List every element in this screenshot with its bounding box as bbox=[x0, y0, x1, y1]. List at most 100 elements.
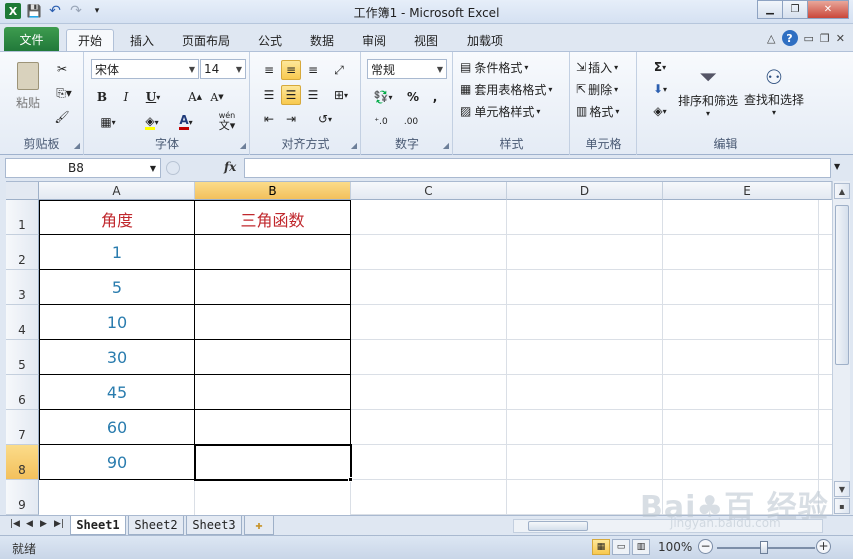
insert-function-icon[interactable]: fx bbox=[224, 160, 236, 174]
insert-sheet-icon[interactable]: ✚ bbox=[244, 516, 274, 535]
horizontal-scroll-thumb[interactable] bbox=[528, 521, 588, 531]
column-header-d[interactable]: D bbox=[507, 182, 663, 200]
cell-b4[interactable] bbox=[195, 305, 351, 340]
fill-handle[interactable] bbox=[348, 477, 353, 482]
phonetic-button[interactable]: wén 文▾ bbox=[211, 110, 243, 132]
align-right-button[interactable]: ☰ bbox=[303, 85, 323, 105]
prev-sheet-icon[interactable]: ◀ bbox=[26, 519, 33, 529]
align-middle-button[interactable]: ≡ bbox=[281, 60, 301, 80]
row-header-9[interactable]: 9 bbox=[6, 480, 39, 515]
minimize-ribbon-icon[interactable]: △ bbox=[767, 32, 775, 45]
increase-indent-button[interactable]: ⇥ bbox=[281, 109, 301, 129]
zoom-out-icon[interactable]: − bbox=[698, 539, 713, 554]
last-sheet-icon[interactable]: ▶| bbox=[54, 519, 64, 529]
cell-a5[interactable]: 30 bbox=[39, 340, 195, 375]
cell-a3[interactable]: 5 bbox=[39, 270, 195, 305]
cell-b3[interactable] bbox=[195, 270, 351, 305]
format-cells-button[interactable]: ▥ 格式 ▾ bbox=[576, 102, 619, 120]
next-sheet-icon[interactable]: ▶ bbox=[40, 519, 47, 529]
cut-icon[interactable]: ✂ bbox=[52, 60, 72, 78]
autosum-button[interactable]: Σ ▾ bbox=[646, 58, 674, 76]
insert-cells-button[interactable]: ⇲ 插入 ▾ bbox=[576, 58, 618, 76]
first-sheet-icon[interactable]: |◀ bbox=[10, 519, 20, 529]
cell-styles-button[interactable]: ▨ 单元格样式 ▾ bbox=[460, 102, 540, 120]
row-header-6[interactable]: 6 bbox=[6, 375, 39, 410]
vertical-scrollbar[interactable]: ▲ ▼ ▪ bbox=[832, 181, 850, 515]
font-name-select[interactable]: 宋体 ▼ bbox=[91, 59, 199, 79]
row-header-1[interactable]: 1 bbox=[6, 200, 39, 235]
underline-button[interactable]: U ▾ bbox=[141, 87, 165, 107]
cell-a8[interactable]: 90 bbox=[39, 445, 195, 480]
cell-b2[interactable] bbox=[195, 235, 351, 270]
shrink-font-button[interactable]: A ▼ bbox=[207, 87, 227, 107]
cell-b6[interactable] bbox=[195, 375, 351, 410]
row-header-7[interactable]: 7 bbox=[6, 410, 39, 445]
clipboard-dialog-launcher-icon[interactable]: ◢ bbox=[74, 141, 80, 150]
alignment-dialog-launcher-icon[interactable]: ◢ bbox=[351, 141, 357, 150]
cell-b5[interactable] bbox=[195, 340, 351, 375]
font-size-select[interactable]: 14 ▼ bbox=[200, 59, 246, 79]
page-view-icon[interactable]: ▪ bbox=[834, 498, 850, 514]
comma-button[interactable]: , bbox=[426, 87, 444, 107]
tab-insert[interactable]: 插入 bbox=[122, 29, 162, 51]
zoom-level[interactable]: 100% bbox=[658, 540, 692, 554]
number-dialog-launcher-icon[interactable]: ◢ bbox=[443, 141, 449, 150]
align-bottom-button[interactable]: ≡ bbox=[303, 60, 323, 80]
align-left-button[interactable]: ☰ bbox=[259, 85, 279, 105]
scroll-down-icon[interactable]: ▼ bbox=[834, 481, 850, 497]
sheet-tab-sheet3[interactable]: Sheet3 bbox=[186, 516, 242, 535]
name-box[interactable]: B8 ▼ bbox=[5, 158, 161, 178]
row-header-2[interactable]: 2 bbox=[6, 235, 39, 270]
zoom-slider-thumb[interactable] bbox=[760, 541, 768, 554]
expand-formula-bar-icon[interactable]: ▼ bbox=[834, 162, 840, 171]
align-center-button[interactable]: ☰ bbox=[281, 85, 301, 105]
close-button[interactable]: ✕ bbox=[807, 0, 849, 19]
cell-b8[interactable] bbox=[195, 445, 351, 480]
cell-b1[interactable]: 三角函数 bbox=[195, 200, 351, 235]
page-break-view-icon[interactable]: ▥ bbox=[632, 539, 650, 555]
font-color-button[interactable]: A ▾ bbox=[171, 112, 201, 132]
tab-addins[interactable]: 加载项 bbox=[460, 29, 510, 51]
conditional-formatting-button[interactable]: ▤ 条件格式 ▾ bbox=[460, 58, 528, 76]
bold-button[interactable]: B bbox=[93, 87, 111, 107]
cell-a6[interactable]: 45 bbox=[39, 375, 195, 410]
align-top-button[interactable]: ≡ bbox=[259, 60, 279, 80]
normal-view-icon[interactable]: ▦ bbox=[592, 539, 610, 555]
vertical-scroll-thumb[interactable] bbox=[835, 205, 849, 365]
cell-a1[interactable]: 角度 bbox=[39, 200, 195, 235]
doc-restore-icon[interactable]: ❐ bbox=[820, 32, 830, 45]
cell-a2[interactable]: 1 bbox=[39, 235, 195, 270]
grow-font-button[interactable]: A ▲ bbox=[185, 87, 205, 107]
delete-cells-button[interactable]: ⇱ 删除 ▾ bbox=[576, 80, 618, 98]
fill-color-button[interactable]: ◈ ▾ bbox=[137, 112, 167, 132]
row-header-8[interactable]: 8 bbox=[6, 445, 39, 480]
paste-button[interactable]: 粘贴 bbox=[8, 58, 48, 114]
restore-button[interactable]: ❐ bbox=[782, 0, 808, 19]
zoom-in-icon[interactable]: + bbox=[816, 539, 831, 554]
clear-button[interactable]: ◈ ▾ bbox=[646, 102, 674, 120]
sheet-tab-sheet1[interactable]: Sheet1 bbox=[70, 516, 126, 535]
format-painter-icon[interactable]: 🖌 bbox=[52, 108, 72, 126]
column-header-b[interactable]: B bbox=[195, 182, 351, 200]
tab-page-layout[interactable]: 页面布局 bbox=[176, 29, 236, 51]
column-header-a[interactable]: A bbox=[39, 182, 195, 200]
tab-home[interactable]: 开始 bbox=[66, 29, 114, 51]
column-header-c[interactable]: C bbox=[351, 182, 507, 200]
decrease-decimal-button[interactable]: .00 bbox=[398, 112, 424, 132]
sheet-tab-sheet2[interactable]: Sheet2 bbox=[128, 516, 184, 535]
doc-minimize-icon[interactable]: ▭ bbox=[804, 32, 814, 45]
row-header-5[interactable]: 5 bbox=[6, 340, 39, 375]
tab-view[interactable]: 视图 bbox=[406, 29, 446, 51]
horizontal-scrollbar[interactable] bbox=[513, 519, 823, 533]
column-header-e[interactable]: E bbox=[663, 182, 832, 200]
border-button[interactable]: ▦ ▾ bbox=[93, 112, 123, 132]
tab-formulas[interactable]: 公式 bbox=[250, 29, 290, 51]
decrease-indent-button[interactable]: ⇤ bbox=[259, 109, 279, 129]
doc-close-icon[interactable]: ✕ bbox=[836, 32, 845, 45]
format-as-table-button[interactable]: ▦ 套用表格格式 ▾ bbox=[460, 80, 552, 98]
number-format-select[interactable]: 常规 ▼ bbox=[367, 59, 447, 79]
tab-review[interactable]: 审阅 bbox=[354, 29, 394, 51]
orientation-button[interactable]: ⤢ bbox=[329, 60, 349, 80]
cell-a7[interactable]: 60 bbox=[39, 410, 195, 445]
percent-button[interactable]: % bbox=[404, 87, 422, 107]
